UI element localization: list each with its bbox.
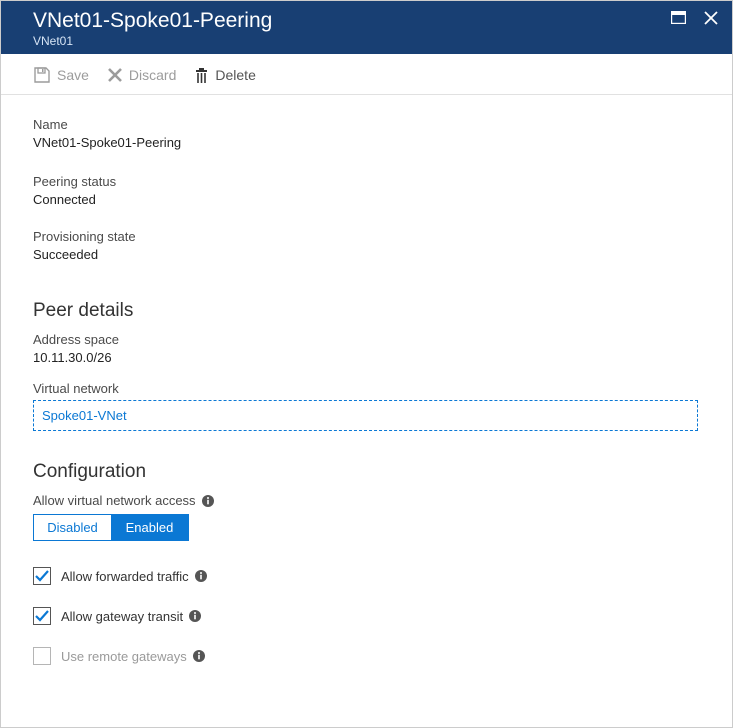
- status-value: Connected: [33, 192, 700, 207]
- allow-gateway-label: Allow gateway transit: [61, 609, 183, 624]
- vnet-access-toggle[interactable]: Disabled Enabled: [33, 514, 189, 541]
- status-label: Peering status: [33, 174, 700, 189]
- configuration-heading: Configuration: [33, 461, 700, 483]
- save-icon: [33, 66, 51, 84]
- discard-button[interactable]: Discard: [107, 67, 176, 83]
- name-label: Name: [33, 117, 700, 132]
- delete-label: Delete: [215, 67, 255, 83]
- info-icon[interactable]: [192, 649, 206, 663]
- info-icon[interactable]: [201, 494, 215, 508]
- virtual-network-link[interactable]: Spoke01-VNet: [42, 408, 127, 423]
- maximize-icon[interactable]: [671, 11, 686, 28]
- address-space-value: 10.11.30.0/26: [33, 350, 700, 365]
- toggle-disabled[interactable]: Disabled: [34, 515, 111, 540]
- allow-gateway-checkbox[interactable]: [33, 607, 51, 625]
- toggle-enabled[interactable]: Enabled: [111, 515, 188, 540]
- address-space-label: Address space: [33, 332, 700, 347]
- blade-subtitle: VNet01: [33, 34, 714, 48]
- info-icon[interactable]: [194, 569, 208, 583]
- allow-gateway-row: Allow gateway transit: [33, 607, 700, 625]
- command-bar: Save Discard Delete: [1, 54, 732, 95]
- delete-icon: [194, 67, 209, 84]
- discard-icon: [107, 67, 123, 83]
- virtual-network-field[interactable]: Spoke01-VNet: [33, 400, 698, 431]
- provisioning-label: Provisioning state: [33, 229, 700, 244]
- blade-content: Name VNet01-Spoke01-Peering Peering stat…: [1, 95, 732, 685]
- use-remote-checkbox[interactable]: [33, 647, 51, 665]
- blade-header: VNet01-Spoke01-Peering VNet01: [1, 1, 732, 54]
- save-button[interactable]: Save: [33, 66, 89, 84]
- allow-vnet-access-label: Allow virtual network access: [33, 493, 196, 508]
- use-remote-label: Use remote gateways: [61, 649, 187, 664]
- use-remote-row: Use remote gateways: [33, 647, 700, 665]
- peer-details-heading: Peer details: [33, 300, 700, 322]
- close-icon[interactable]: [704, 11, 718, 28]
- save-label: Save: [57, 67, 89, 83]
- allow-forwarded-row: Allow forwarded traffic: [33, 567, 700, 585]
- name-value: VNet01-Spoke01-Peering: [33, 135, 700, 150]
- info-icon[interactable]: [188, 609, 202, 623]
- delete-button[interactable]: Delete: [194, 67, 255, 84]
- allow-forwarded-checkbox[interactable]: [33, 567, 51, 585]
- blade-title: VNet01-Spoke01-Peering: [33, 8, 714, 33]
- provisioning-value: Succeeded: [33, 247, 700, 262]
- virtual-network-label: Virtual network: [33, 381, 700, 396]
- allow-forwarded-label: Allow forwarded traffic: [61, 569, 189, 584]
- discard-label: Discard: [129, 67, 176, 83]
